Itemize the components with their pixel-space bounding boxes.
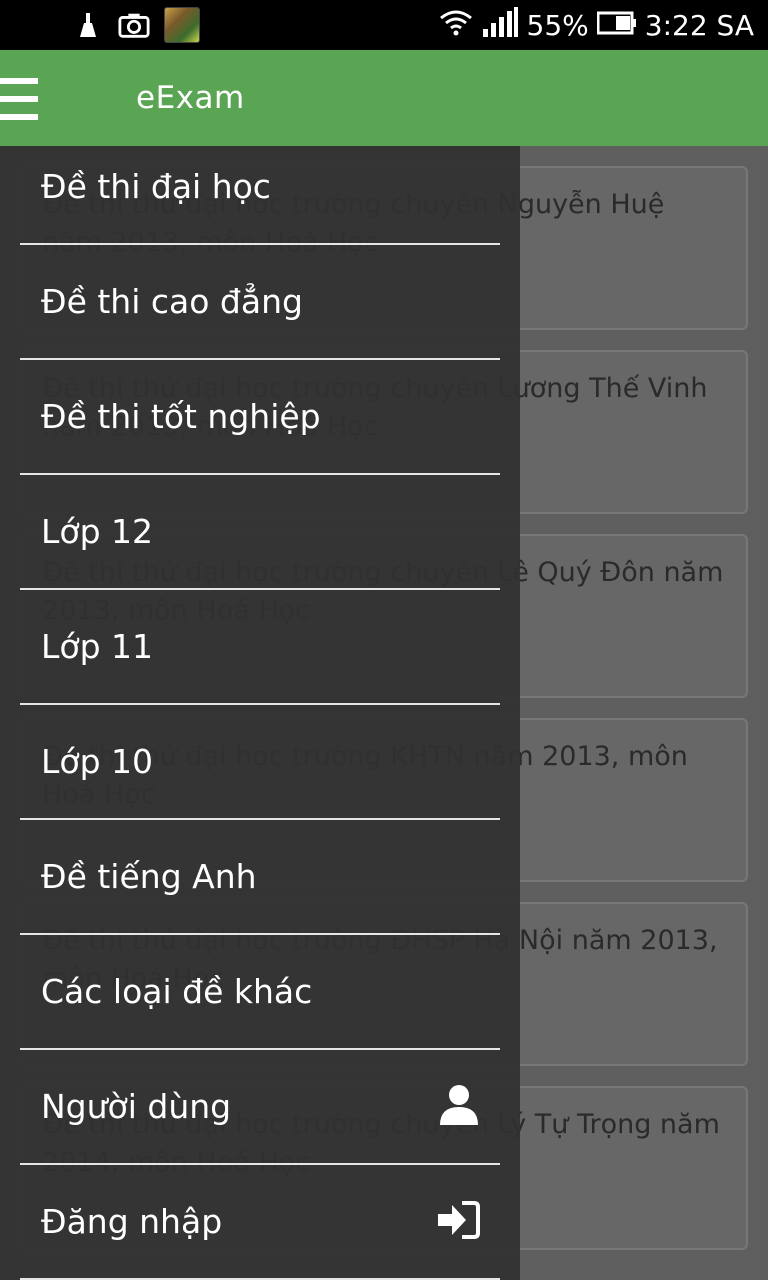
drawer-item-label: Lớp 12 (41, 512, 154, 551)
drawer-item-grade-11[interactable]: Lớp 11 (20, 590, 500, 705)
signal-icon (481, 6, 519, 44)
game-thumbnail-icon (164, 7, 200, 43)
drawer-item-college-exams[interactable]: Đề thi cao đẳng (20, 245, 500, 360)
drawer-item-label: Lớp 11 (41, 627, 154, 666)
drawer-item-login[interactable]: Đăng nhập (20, 1165, 500, 1280)
drawer-item-english-exams[interactable]: Đề tiếng Anh (20, 820, 500, 935)
camera-icon (118, 9, 150, 41)
battery-percent: 55% (526, 8, 589, 42)
cleaner-icon (72, 9, 104, 41)
drawer-item-label: Các loại đề khác (41, 972, 313, 1011)
navigation-drawer: Đề thi đại học Đề thi cao đẳng Đề thi tố… (0, 146, 520, 1280)
drawer-item-label: Đề thi cao đẳng (41, 282, 303, 321)
drawer-item-label: Lớp 10 (41, 742, 154, 781)
drawer-item-grade-12[interactable]: Lớp 12 (20, 475, 500, 590)
drawer-item-label: Đề thi tốt nghiệp (41, 397, 321, 436)
drawer-item-label: Đề thi đại học (41, 167, 271, 206)
drawer-item-grade-10[interactable]: Lớp 10 (20, 705, 500, 820)
drawer-item-label: Đăng nhập (41, 1202, 223, 1241)
drawer-item-user[interactable]: Người dùng (20, 1050, 500, 1165)
drawer-item-label: Đề tiếng Anh (41, 857, 257, 896)
sign-in-icon (434, 1200, 480, 1244)
drawer-item-label: Người dùng (41, 1087, 232, 1126)
wifi-icon (439, 8, 473, 43)
drawer-item-university-exams[interactable]: Đề thi đại học (20, 130, 500, 245)
clock: 3:22 SA (644, 8, 754, 42)
drawer-item-graduation-exams[interactable]: Đề thi tốt nghiệp (20, 360, 500, 475)
hamburger-icon[interactable] (0, 78, 38, 120)
battery-icon (596, 9, 637, 42)
user-icon (438, 1083, 480, 1131)
app-title: eExam (136, 80, 245, 116)
drawer-item-other-exams[interactable]: Các loại đề khác (20, 935, 500, 1050)
status-bar: 55% 3:22 SA (0, 0, 768, 50)
